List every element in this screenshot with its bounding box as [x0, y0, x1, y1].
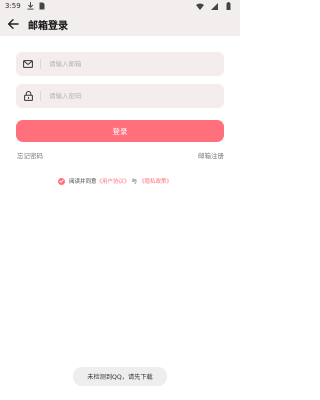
status-bar: 3:59: [0, 0, 240, 12]
agreement-connector: 与: [131, 179, 138, 185]
field-divider: [40, 91, 41, 101]
email-register-link[interactable]: 邮箱注册: [198, 150, 224, 160]
toast-message: 未检测到QQ，请先下载: [73, 367, 167, 386]
wifi-icon: [196, 2, 204, 10]
status-time: 3:59: [5, 2, 21, 10]
email-field[interactable]: [16, 52, 224, 76]
mail-icon: [23, 59, 33, 69]
password-input[interactable]: [49, 92, 209, 100]
login-button[interactable]: 登录: [16, 120, 224, 142]
app-bar: 邮箱登录: [0, 12, 240, 36]
arrow-left-icon[interactable]: [1, 12, 25, 36]
download-icon: [27, 2, 35, 10]
password-field[interactable]: [16, 84, 224, 108]
check-icon: [59, 179, 64, 183]
agreement-prefix: 阅读并同意: [69, 179, 97, 185]
user-agreement-link[interactable]: 《用户协议》: [97, 177, 130, 185]
forgot-password-link[interactable]: 忘记密码: [17, 150, 43, 160]
lock-icon: [23, 91, 33, 101]
agreement-checkbox[interactable]: [58, 177, 65, 185]
privacy-policy-link[interactable]: 《隐私政策》: [139, 177, 172, 185]
page-title: 邮箱登录: [28, 20, 68, 32]
sim-icon: [38, 2, 46, 10]
signal-icon: [210, 2, 218, 10]
battery-icon: [224, 2, 232, 10]
field-divider: [40, 59, 41, 69]
agreement-row: 阅读并同意 《用户协议》 与 《隐私政策》: [58, 176, 172, 186]
email-input[interactable]: [49, 60, 209, 68]
